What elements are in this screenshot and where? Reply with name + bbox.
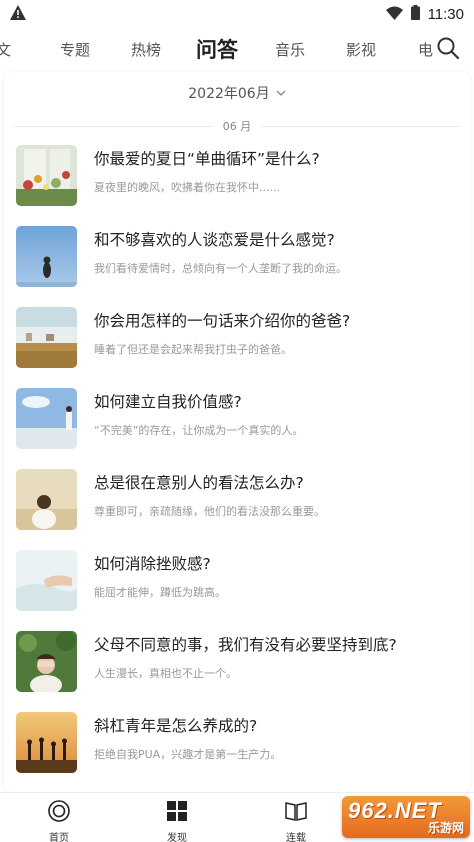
item-subtitle: 能屈才能伸，蹲低为跳高。 xyxy=(94,586,226,599)
sunset-people-image xyxy=(16,712,77,773)
watermark-bottom-text: 乐游网 xyxy=(427,821,464,835)
divider-line xyxy=(261,125,460,127)
item-subtitle: 我们看待爱情时，总倾向有一个人垄断了我的命运。 xyxy=(94,262,347,275)
item-title: 总是很在意别人的看法怎么办? xyxy=(94,474,304,492)
item-title: 如何建立自我价值感? xyxy=(94,393,242,411)
warning-icon xyxy=(10,4,26,24)
nav-home[interactable]: 首页 xyxy=(29,799,89,842)
tab-dian[interactable]: 电 xyxy=(418,28,433,72)
status-time: 11:30 xyxy=(427,5,464,23)
tab-yingshi[interactable]: 影视 xyxy=(346,28,376,72)
nav-discover[interactable]: 发现 xyxy=(147,799,207,842)
tab-wen[interactable]: 文 xyxy=(0,28,11,72)
category-tabbar: 文 专题 热榜 问答 音乐 影视 电 xyxy=(0,28,474,72)
book-icon xyxy=(284,799,308,827)
girl-blue-sky-image xyxy=(16,226,77,287)
home-circle-icon xyxy=(47,799,71,827)
list-item[interactable]: 你会用怎样的一句话来介绍你的爸爸? 睡着了但还是会起来帮我打虫子的爸爸。 xyxy=(16,307,460,369)
grid-icon xyxy=(165,799,189,827)
item-title: 斜杠青年是怎么养成的? xyxy=(94,717,258,735)
month-divider: 06 月 xyxy=(14,116,460,136)
item-subtitle: 人生漫长，真相也不止一个。 xyxy=(94,667,237,680)
item-subtitle: 夏夜里的晚风，吹拂着你在我怀中...... xyxy=(94,181,280,194)
search-icon xyxy=(436,36,460,64)
tab-wenda[interactable]: 问答 xyxy=(196,28,238,72)
flowers-window-image xyxy=(16,145,77,206)
nav-serial[interactable]: 连载 xyxy=(266,799,326,842)
battery-icon xyxy=(410,4,420,24)
search-button[interactable] xyxy=(434,36,462,64)
item-subtitle: 拒绝自我PUA，兴趣才是第一生产力。 xyxy=(94,748,282,761)
hands-water-image xyxy=(16,550,77,611)
month-label: 06 月 xyxy=(222,120,252,133)
nav-discover-label: 发现 xyxy=(167,833,187,842)
date-picker-value: 2022年06月 xyxy=(188,86,270,102)
chevron-down-icon xyxy=(276,85,286,101)
divider-line xyxy=(14,125,213,127)
list-item[interactable]: 你最爱的夏日“单曲循环”是什么? 夏夜里的晚风，吹拂着你在我怀中...... xyxy=(16,145,460,207)
item-subtitle: “不完美”的存在，让你成为一个真实的人。 xyxy=(94,424,304,437)
item-subtitle: 睡着了但还是会起来帮我打虫子的爸爸。 xyxy=(94,343,292,356)
list-item[interactable]: 父母不同意的事，我们有没有必要坚持到底? 人生漫长，真相也不止一个。 xyxy=(16,631,460,693)
qa-list-card: 2022年06月 06 月 你最爱的夏日“单曲循环”是什么? 夏夜里的晚风，吹拂… xyxy=(4,72,470,792)
nav-home-label: 首页 xyxy=(49,833,69,842)
item-title: 父母不同意的事，我们有没有必要坚持到底? xyxy=(94,636,397,654)
item-title: 你最爱的夏日“单曲循环”是什么? xyxy=(94,150,320,168)
list-item[interactable]: 总是很在意别人的看法怎么办? 尊重即可，亲疏随缘，他们的看法没那么重要。 xyxy=(16,469,460,531)
nav-serial-label: 连载 xyxy=(286,833,306,842)
date-picker[interactable]: 2022年06月 xyxy=(4,80,470,106)
list-item[interactable]: 如何建立自我价值感? “不完美”的存在，让你成为一个真实的人。 xyxy=(16,388,460,450)
girl-field-image xyxy=(16,469,77,530)
status-bar: 11:30 xyxy=(0,0,474,28)
item-title: 你会用怎样的一句话来介绍你的爸爸? xyxy=(94,312,351,330)
tab-zhuanti[interactable]: 专题 xyxy=(60,28,90,72)
field-landscape-image xyxy=(16,307,77,368)
wifi-icon xyxy=(385,5,403,24)
item-title: 如何消除挫败感? xyxy=(94,555,211,573)
item-subtitle: 尊重即可，亲疏随缘，他们的看法没那么重要。 xyxy=(94,505,325,518)
girl-covering-face-image xyxy=(16,631,77,692)
list-item[interactable]: 如何消除挫败感? 能屈才能伸，蹲低为跳高。 xyxy=(16,550,460,612)
tab-rebang[interactable]: 热榜 xyxy=(131,28,161,72)
list-item[interactable]: 斜杠青年是怎么养成的? 拒绝自我PUA，兴趣才是第一生产力。 xyxy=(16,712,460,774)
watermark-logo: 962.NET 乐游网 xyxy=(342,796,470,838)
item-title: 和不够喜欢的人谈恋爱是什么感觉? xyxy=(94,231,335,249)
girl-beach-image xyxy=(16,388,77,449)
list-item[interactable]: 和不够喜欢的人谈恋爱是什么感觉? 我们看待爱情时，总倾向有一个人垄断了我的命运。 xyxy=(16,226,460,288)
tab-yinyue[interactable]: 音乐 xyxy=(275,28,305,72)
